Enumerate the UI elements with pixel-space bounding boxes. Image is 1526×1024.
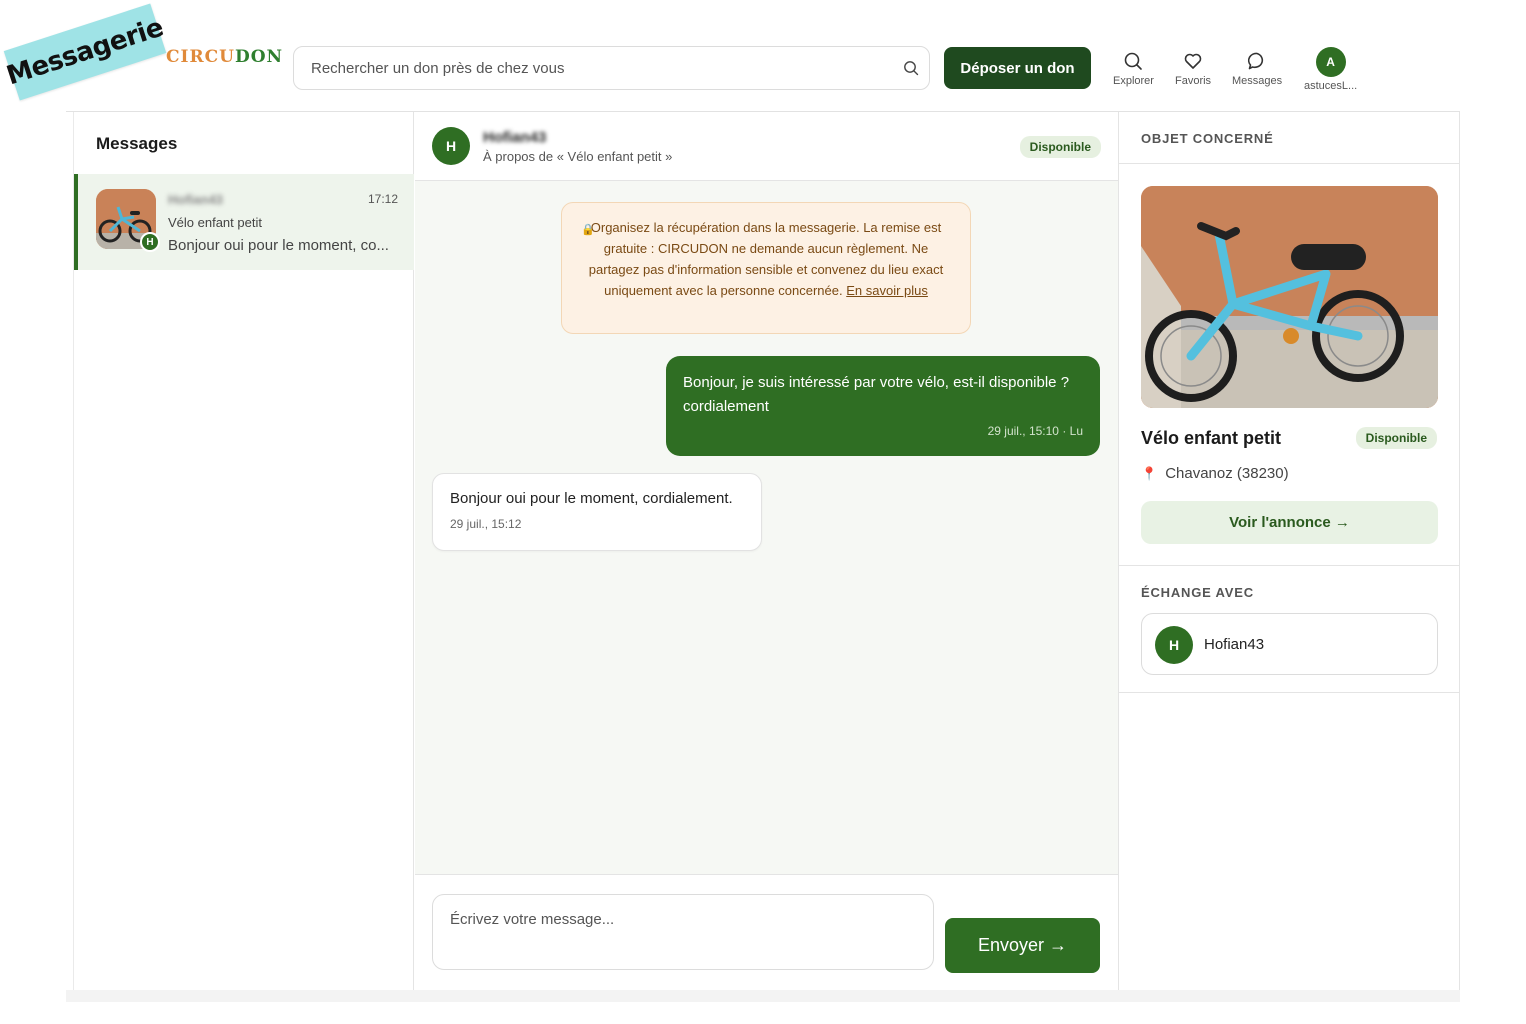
user-initial-badge: H [140,232,160,252]
chat-avatar[interactable]: H [432,127,470,165]
message-outgoing: Bonjour, je suis intéressé par votre vél… [666,356,1100,456]
nav-favorites-label: Favoris [1175,75,1212,87]
conversation-time: 17:12 [367,192,398,206]
status-badge: Disponible [1019,136,1101,158]
nav-messages[interactable]: Messages [1232,51,1282,87]
bike-photo [1141,186,1438,408]
top-header: CIRCUDON Déposer un don Explorer Favoris… [66,25,1460,112]
exchange-partner-card[interactable]: H Hofian43 [1141,613,1438,675]
map-pin-icon: 📍 [1141,465,1158,481]
divider [1119,692,1460,693]
heart-icon [1184,53,1202,69]
exchange-section-title: ÉCHANGE AVEC [1141,585,1254,600]
safety-notice: 🔒 Organisez la récupération dans la mess… [561,202,971,334]
chat-bubble-icon [1248,52,1264,70]
nav-account[interactable]: A astucesL... [1304,47,1357,92]
nav-favorites[interactable]: Favoris [1175,51,1211,87]
divider [1119,163,1460,164]
conversation-item[interactable]: H Hofian43 17:12 Vélo enfant petit Bonjo… [74,174,414,270]
message-incoming: Bonjour oui pour le moment, cordialement… [432,473,762,551]
nav-account-label: astucesL... [1304,80,1358,92]
learn-more-link[interactable]: En savoir plus [846,283,928,298]
partner-avatar: H [1155,626,1193,664]
search-bar [293,46,930,90]
nav-messages-label: Messages [1232,75,1283,87]
nav-explore-label: Explorer [1113,75,1154,87]
search-input[interactable] [311,59,871,77]
divider [1119,565,1460,566]
deposit-button[interactable]: Déposer un don [944,47,1091,89]
message-meta: 29 juil., 15:12 [450,517,522,531]
conversation-object: Vélo enfant petit [168,215,262,230]
chat-partner-name[interactable]: Hofian43 [483,129,546,146]
message-input[interactable] [432,894,934,970]
object-section-title: OBJET CONCERNÉ [1141,131,1274,146]
conversation-name: Hofian43 [168,192,223,207]
lock-icon: 🔒 [581,224,595,236]
product-location: 📍 Chavanoz (38230) [1141,465,1289,482]
search-icon [1125,52,1143,70]
chat-panel: H Hofian43 À propos de « Vélo enfant pet… [415,112,1118,990]
status-badge: Disponible [1355,427,1437,449]
message-text: Bonjour, je suis intéressé par votre vél… [683,374,1070,415]
send-button[interactable]: Envoyer → [945,918,1100,973]
message-text: Bonjour oui pour le moment, cordialement… [450,490,733,507]
chat-subtitle: À propos de « Vélo enfant petit » [483,149,673,164]
partner-name: Hofian43 [1204,636,1265,653]
conversation-last-message: Bonjour oui pour le moment, co... [168,237,389,254]
product-image[interactable] [1141,186,1438,408]
location-text: Chavanoz (38230) [1165,465,1289,482]
nav-explore[interactable]: Explorer [1113,51,1154,87]
messages-title: Messages [96,134,178,153]
page-bottom-edge [66,990,1460,1002]
chat-header: H Hofian43 À propos de « Vélo enfant pet… [415,112,1118,181]
circudon-logo[interactable]: CIRCUDON [164,47,283,67]
message-meta: 29 juil., 15:10 · Lu [987,424,1083,438]
search-icon[interactable] [903,60,919,76]
product-title: Vélo enfant petit [1141,428,1282,448]
user-avatar: A [1315,47,1346,77]
message-composer: Envoyer → [415,874,1118,990]
details-panel: OBJET CONCERNÉ Vélo enfant petit Disponi… [1118,112,1460,990]
view-listing-button[interactable]: Voir l'annonce → [1141,501,1438,544]
conversation-list-panel: Messages H Hofian43 17:12 Vélo enfant pe… [73,112,414,990]
